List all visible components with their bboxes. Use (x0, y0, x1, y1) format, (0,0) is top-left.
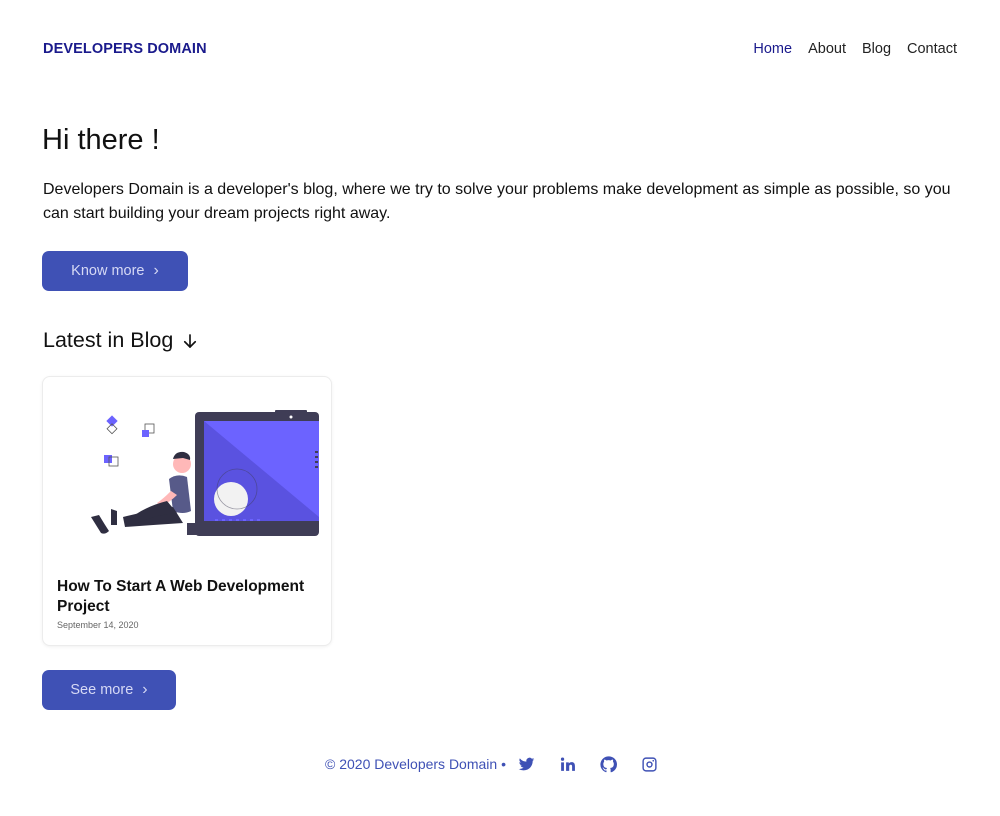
main-nav: Home About Blog Contact (753, 41, 957, 57)
nav-about[interactable]: About (808, 41, 846, 57)
instagram-icon[interactable] (641, 755, 659, 773)
nav-blog[interactable]: Blog (862, 41, 891, 57)
latest-blog-heading: Latest in Blog (43, 328, 199, 353)
see-more-label: See more (70, 682, 134, 698)
know-more-button[interactable]: Know more › (42, 251, 188, 291)
nav-home[interactable]: Home (753, 41, 792, 57)
latest-blog-title: Latest in Blog (43, 328, 174, 352)
know-more-label: Know more (71, 263, 145, 279)
blog-post-illustration (91, 410, 319, 536)
twitter-icon[interactable] (518, 755, 536, 773)
chevron-right-icon: › (142, 681, 148, 698)
blog-post-date: September 14, 2020 (57, 620, 139, 630)
hero-intro: Developers Domain is a developer's blog,… (43, 181, 951, 222)
blog-post-title[interactable]: How To Start A Web Development Project (57, 577, 319, 617)
see-more-button[interactable]: See more › (42, 670, 176, 710)
footer: © 2020 Developers Domain • (325, 755, 659, 773)
github-icon[interactable] (600, 755, 618, 773)
linkedin-icon[interactable] (559, 755, 577, 773)
chevron-right-icon: › (153, 262, 159, 279)
brand-logo[interactable]: DEVELOPERS DOMAIN (43, 41, 207, 57)
arrow-down-icon (184, 333, 197, 348)
hero-heading: Hi there ! (42, 124, 160, 156)
blog-post-card[interactable]: How To Start A Web Development Project S… (42, 376, 332, 646)
nav-contact[interactable]: Contact (907, 41, 957, 57)
footer-copyright: © 2020 Developers Domain • (325, 756, 506, 772)
